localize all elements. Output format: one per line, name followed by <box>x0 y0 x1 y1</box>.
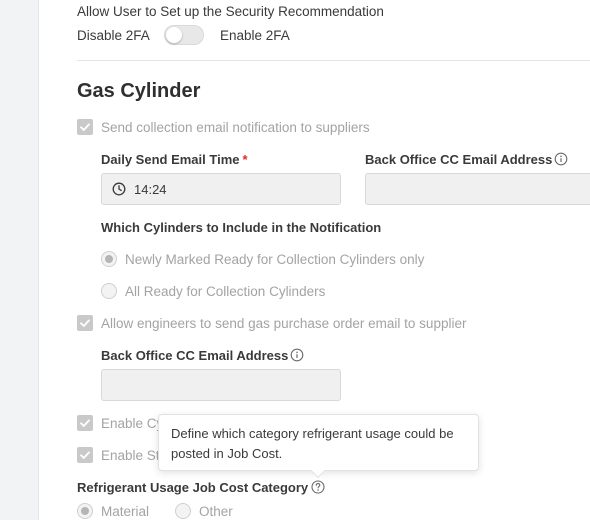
refrigerant-category-label: Refrigerant Usage Job Cost Category <box>77 480 309 495</box>
radio-other[interactable] <box>175 503 191 519</box>
enable-st-label: Enable St <box>101 448 160 463</box>
help-tooltip: Define which category refrigerant usage … <box>158 414 479 479</box>
sidebar-edge <box>38 0 39 520</box>
back-office-cc-input-1[interactable] <box>365 173 590 205</box>
section-divider <box>77 60 590 61</box>
enable-cy-label: Enable Cy <box>101 416 164 431</box>
required-mark: * <box>242 152 248 167</box>
check-icon <box>80 451 90 459</box>
check-icon <box>80 319 90 327</box>
enable-st-checkbox[interactable] <box>77 447 93 463</box>
clock-icon <box>112 182 126 196</box>
back-office-cc-input-2[interactable] <box>101 369 341 401</box>
tooltip-arrow <box>310 463 326 479</box>
back-office-cc-label-2: Back Office CC Email Address <box>101 348 289 363</box>
daily-send-time-input[interactable]: 14:24 <box>101 173 341 205</box>
radio-newly-marked[interactable] <box>101 251 117 267</box>
daily-send-time-label: Daily Send Email Time * <box>101 152 248 167</box>
allow-engineers-label: Allow engineers to send gas purchase ord… <box>101 316 467 331</box>
send-collection-email-label: Send collection email notification to su… <box>101 120 370 135</box>
question-circle-icon[interactable] <box>311 480 325 494</box>
sidebar-gutter <box>0 0 38 520</box>
radio-material[interactable] <box>77 503 93 519</box>
radio-other-label: Other <box>199 504 233 519</box>
info-icon[interactable] <box>554 152 568 166</box>
radio-newly-marked-label: Newly Marked Ready for Collection Cylind… <box>125 252 425 267</box>
settings-page: Allow User to Set up the Security Recomm… <box>0 0 590 520</box>
tooltip-text: Define which category refrigerant usage … <box>171 426 454 461</box>
daily-send-time-value: 14:24 <box>134 181 167 197</box>
enable-2fa-label: Enable 2FA <box>220 28 290 43</box>
2fa-toggle[interactable] <box>164 25 204 45</box>
back-office-cc-label-1: Back Office CC Email Address <box>365 152 553 167</box>
settings-content: Allow User to Set up the Security Recomm… <box>77 0 590 520</box>
security-heading: Allow User to Set up the Security Recomm… <box>77 4 384 19</box>
toggle-knob <box>166 27 182 43</box>
section-title: Gas Cylinder <box>77 80 201 102</box>
daily-send-time-label-text: Daily Send Email Time <box>101 152 240 167</box>
radio-material-label: Material <box>101 504 150 519</box>
radio-all-ready[interactable] <box>101 283 117 299</box>
which-cylinders-label: Which Cylinders to Include in the Notifi… <box>101 220 382 235</box>
check-icon <box>80 419 90 427</box>
allow-engineers-checkbox[interactable] <box>77 315 93 331</box>
info-icon[interactable] <box>290 348 304 362</box>
check-icon <box>80 123 90 131</box>
radio-all-ready-label: All Ready for Collection Cylinders <box>125 284 326 299</box>
send-collection-email-checkbox[interactable] <box>77 119 93 135</box>
disable-2fa-label: Disable 2FA <box>77 28 150 43</box>
enable-cy-checkbox[interactable] <box>77 415 93 431</box>
